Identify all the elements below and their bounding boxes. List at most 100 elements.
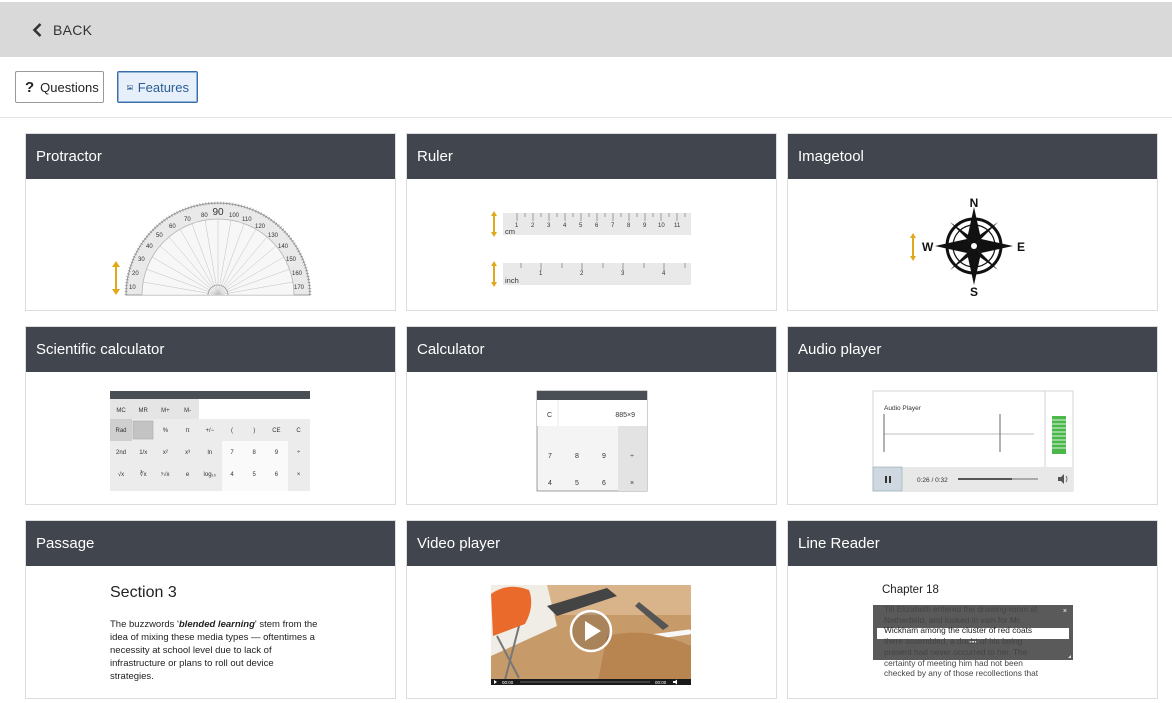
card-passage[interactable]: Passage Section 3 The buzzwords 'blended… [25, 520, 396, 699]
card-video-player[interactable]: Video player 00:00 00:00 [406, 520, 777, 699]
text-line: Wickham among the cluster of red coats [884, 625, 1033, 636]
sci-calc-key[interactable]: ʸ√x [160, 471, 169, 478]
line-reader-chapter: Chapter 18 [882, 584, 939, 596]
passage-emphasis: blended learning [178, 619, 255, 630]
calculator-preview: C 885×9 7 8 9 ÷ 4 5 6 × [407, 372, 776, 504]
sci-calc-key[interactable]: ( [231, 428, 233, 434]
card-title: Video player [407, 521, 776, 566]
sci-calc-key[interactable]: CE [272, 428, 280, 434]
sci-calc-key[interactable]: % [163, 428, 169, 434]
ruler-inch: 12 34 inch [503, 263, 691, 285]
sci-calc-key[interactable]: +/− [205, 428, 214, 434]
sci-calc-key[interactable]: MR [139, 408, 149, 414]
card-calculator[interactable]: Calculator C 885×9 7 8 9 ÷ 4 5 6 × [406, 326, 777, 505]
calc-key[interactable]: 4 [548, 480, 552, 487]
card-audio-player[interactable]: Audio player Audio Player 0:26 / 0:32 [787, 326, 1158, 505]
svg-text:70: 70 [184, 217, 191, 223]
tab-features-label: Features [137, 79, 189, 95]
card-line-reader[interactable]: Line Reader × Chapter 18 Till Elizabeth … [787, 520, 1158, 699]
sci-calc-key[interactable]: x² [163, 450, 168, 456]
sci-calc-key[interactable]: √x [118, 471, 124, 478]
chevron-left-icon [32, 22, 42, 37]
card-imagetool[interactable]: Imagetool N S E W [787, 133, 1158, 311]
svg-text:110: 110 [242, 217, 252, 223]
compass-n: N [970, 196, 979, 210]
card-title: Ruler [407, 134, 776, 179]
divider [0, 117, 1172, 118]
play-icon[interactable] [569, 609, 613, 653]
svg-text:40: 40 [146, 244, 153, 250]
svg-text:10: 10 [129, 285, 136, 291]
card-ruler[interactable]: Ruler 123 456 7 8 9 10 11 cm 1 2 3 4 inc… [406, 133, 777, 311]
sci-calc-key[interactable]: x³ [185, 450, 190, 456]
imagetool-preview: N S E W [788, 179, 1157, 310]
card-scientific-calculator[interactable]: Scientific calculator MC MR M+ M- Rad% π +/− ()… [25, 326, 396, 505]
sci-calc-key[interactable]: ln [207, 450, 212, 456]
protractor-preview: 90 80 100 70 110 60 120 50 130 40 140 30 150 2… [26, 179, 395, 310]
svg-text:30: 30 [138, 257, 145, 263]
card-title: Passage [26, 521, 395, 566]
question-icon: ? [25, 78, 35, 96]
sci-calc-key[interactable]: Rad [115, 428, 126, 434]
sci-calc-key[interactable]: C [296, 428, 301, 434]
sci-calc-key[interactable]: MC [116, 408, 126, 414]
audio-title: Audio Player [884, 405, 922, 412]
tab-questions-label: Questions [40, 79, 99, 95]
tab-features[interactable]: Features [117, 71, 198, 103]
svg-text:100: 100 [229, 213, 240, 219]
calc-key[interactable]: 8 [575, 453, 579, 460]
svg-text:10: 10 [658, 223, 665, 229]
text-line: Till Elizabeth entered the drawing-room … [884, 604, 1038, 614]
sci-calc-key[interactable]: M+ [161, 408, 170, 414]
calc-key[interactable]: ÷ [630, 453, 634, 460]
svg-text:150: 150 [286, 257, 297, 263]
resize-arrow-icon [491, 261, 497, 287]
ruler-preview: 123 456 789 10 11 cm 12 34 inch [407, 179, 776, 310]
card-protractor[interactable]: Protractor 90 80 100 70 110 60 120 50 13… [25, 133, 396, 311]
resize-arrow-icon [112, 261, 120, 295]
tab-questions[interactable]: ? Questions [15, 71, 104, 103]
card-title: Imagetool [788, 134, 1157, 179]
sci-calc-key[interactable]: 2nd [116, 450, 126, 456]
svg-text:20: 20 [132, 271, 139, 277]
ruler-cm-label: cm [505, 227, 515, 236]
text-line: there assembled, a doubt of his being [884, 636, 1023, 647]
line-reader-text: Till Elizabeth entered the drawing-room … [884, 604, 1064, 679]
calc-key[interactable]: 6 [602, 480, 606, 487]
card-title: Protractor [26, 134, 395, 179]
svg-text:60: 60 [169, 224, 176, 230]
sci-calc-key[interactable]: log₁₀ [204, 472, 217, 478]
sci-calc-key[interactable]: ) [253, 428, 255, 434]
svg-text:120: 120 [255, 224, 266, 230]
calc-key[interactable]: 7 [548, 453, 552, 460]
calc-clear-key[interactable]: C [547, 412, 552, 419]
calc-key[interactable]: × [630, 480, 634, 487]
image-icon [127, 84, 133, 90]
card-title: Audio player [788, 327, 1157, 372]
svg-text:11: 11 [674, 223, 681, 229]
ruler-inch-label: inch [505, 276, 519, 285]
back-button[interactable]: BACK [32, 22, 92, 38]
sci-calc-key[interactable]: × [297, 472, 301, 478]
compass-e: E [1017, 240, 1025, 254]
protractor-center-label: 90 [212, 207, 224, 218]
text-line: certainty of meeting him had not been [884, 657, 1023, 668]
svg-text:80: 80 [201, 213, 208, 219]
ruler-cm: 123 456 789 10 11 cm [503, 213, 691, 236]
top-bar: BACK [0, 2, 1172, 57]
feature-tabs: ? Questions Features [15, 71, 198, 103]
calc-key[interactable]: 9 [602, 453, 606, 460]
audio-player-preview: Audio Player 0:26 / 0:32 [788, 372, 1157, 504]
calc-key[interactable]: 5 [575, 480, 579, 487]
scientific-calculator-preview: MC MR M+ M- Rad% π +/−() CE C 2nd 1/x x² x³ ln 7 8 9 ÷ √x ∛… [26, 372, 395, 504]
compass-w: W [922, 240, 934, 254]
sci-calc-key[interactable]: M- [184, 408, 191, 414]
svg-text:170: 170 [294, 285, 305, 291]
sci-calc-key[interactable]: π [186, 428, 190, 434]
calc-display: 885×9 [615, 412, 635, 419]
sci-calc-key[interactable]: ∛x [140, 471, 147, 478]
svg-text:50: 50 [156, 233, 163, 239]
svg-text:160: 160 [292, 271, 303, 277]
sci-calc-key[interactable]: 1/x [139, 450, 147, 456]
card-title: Scientific calculator [26, 327, 395, 372]
